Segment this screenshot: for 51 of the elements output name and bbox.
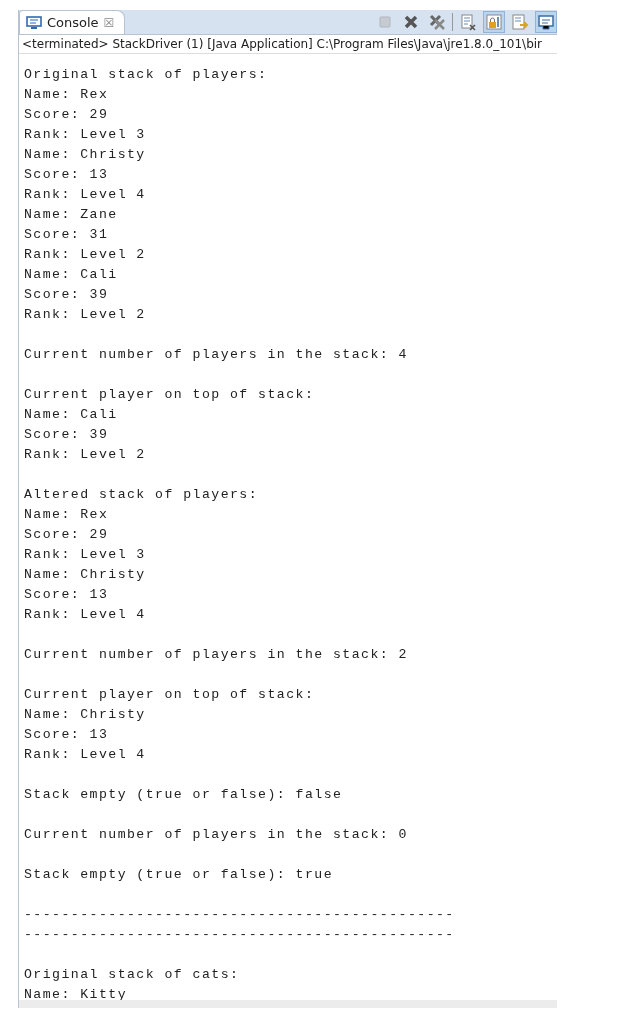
console-line: Name: Christy (24, 706, 147, 724)
document-x-icon (459, 13, 477, 31)
console-line: Rank: Level 2 (24, 246, 147, 264)
x-icon (402, 13, 420, 31)
console-line: Rank: Level 3 (24, 126, 147, 144)
console-line: Score: 29 (24, 526, 110, 544)
process-status: <terminated> StackDriver (1) [Java Application] C:\Program Files\Java\jre1.8.0_101\bir (19, 35, 557, 54)
console-line: Rank: Level 4 (24, 746, 147, 764)
console-line: Current number of players in the stack: 4 (24, 346, 409, 364)
console-line: Score: 39 (24, 426, 110, 444)
console-line: ---------------------------------------------- (24, 926, 456, 944)
console-line: Stack empty (true or false): false (24, 786, 344, 804)
console-line: Name: Rex (24, 506, 110, 524)
console-line: Score: 13 (24, 166, 110, 184)
console-line: Rank: Level 2 (24, 446, 147, 464)
console-line: ---------------------------------------------- (24, 906, 456, 924)
console-line: Name: Christy (24, 146, 147, 164)
console-line: Altered stack of players: (24, 486, 260, 504)
console-line: Current number of players in the stack: 2 (24, 646, 409, 664)
console-line: Current number of players in the stack: 0 (24, 826, 409, 844)
console-line: Score: 31 (24, 226, 110, 244)
console-line: Current player on top of stack: (24, 386, 316, 404)
console-line: Original stack of cats: (24, 966, 241, 984)
horizontal-scrollbar[interactable] (19, 1000, 557, 1008)
console-line: Original stack of players: (24, 66, 269, 84)
square-icon (376, 13, 394, 31)
console-line: Score: 39 (24, 286, 110, 304)
console-line: Rank: Level 4 (24, 186, 147, 204)
toolbar-button[interactable] (535, 11, 557, 33)
console-line: Name: Cali (24, 406, 119, 424)
console-line: Name: Rex (24, 86, 110, 104)
console-tab[interactable]: Console ☒ (19, 10, 126, 34)
console-line: Name: Kitty (24, 986, 128, 1000)
console-line: Score: 29 (24, 106, 110, 124)
double-x-icon (428, 13, 446, 31)
console-line: Score: 13 (24, 586, 110, 604)
console-line: Name: Cali (24, 266, 119, 284)
console-line: Score: 13 (24, 726, 110, 744)
document-arrow-icon (511, 13, 529, 31)
monitor-icon (537, 13, 555, 31)
console-icon (26, 15, 42, 30)
close-icon[interactable]: ☒ (103, 15, 115, 30)
lock-icon (485, 13, 503, 31)
console-line: Stack empty (true or false): true (24, 866, 334, 884)
console-line: Rank: Level 3 (24, 546, 147, 564)
console-line: Current player on top of stack: (24, 686, 316, 704)
console-line: Rank: Level 2 (24, 306, 147, 324)
console-line: Rank: Level 4 (24, 606, 147, 624)
console-line: Name: Christy (24, 566, 147, 584)
tab-title: Console (47, 15, 99, 30)
console-line: Name: Zane (24, 206, 119, 224)
